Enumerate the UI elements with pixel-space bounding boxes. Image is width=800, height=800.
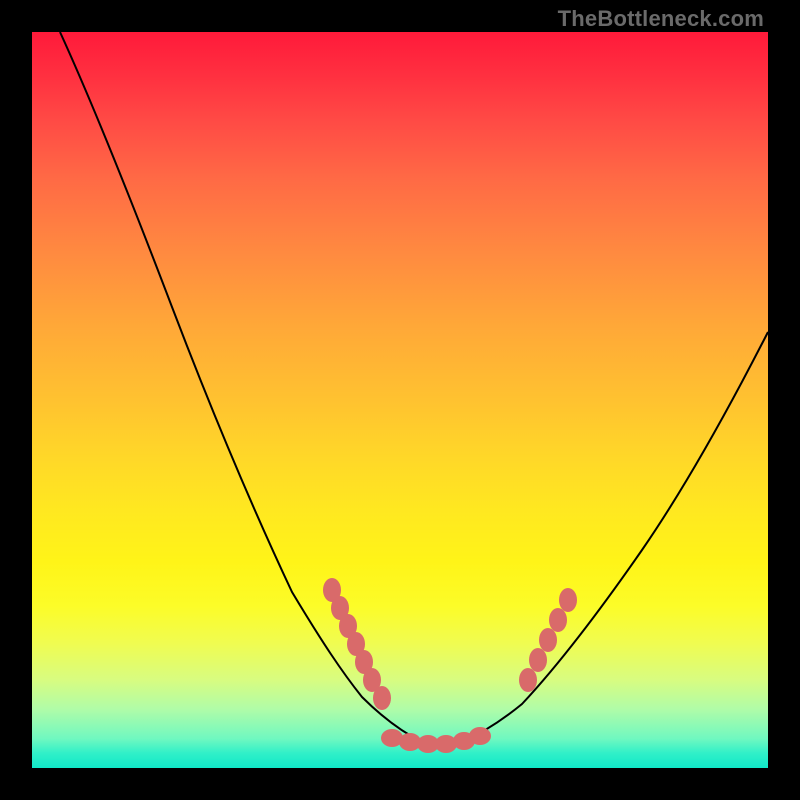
watermark-text: TheBottleneck.com <box>558 6 764 32</box>
chart-black-frame <box>0 0 800 800</box>
